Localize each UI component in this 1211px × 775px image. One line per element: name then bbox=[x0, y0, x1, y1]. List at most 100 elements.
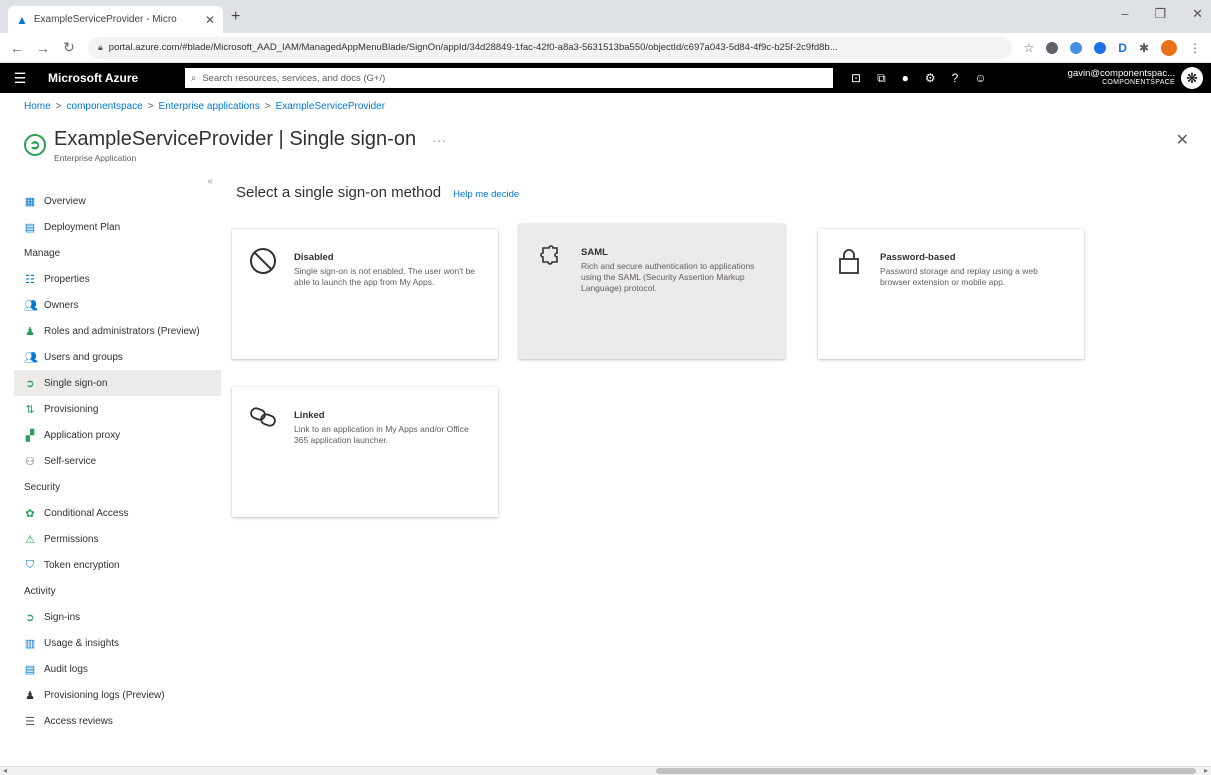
extension-shield-icon[interactable] bbox=[1046, 41, 1059, 54]
sidebar-item-usage-insights[interactable]: ▥ Usage & insights bbox=[14, 630, 221, 656]
browser-tab[interactable]: ▲ ExampleServiceProvider - Micro ✕ bbox=[8, 6, 223, 33]
sidebar-item-label: Audit logs bbox=[44, 663, 88, 675]
hamburger-menu-icon[interactable]: ☰ bbox=[0, 70, 40, 87]
section-security: Security bbox=[24, 481, 61, 493]
reload-icon[interactable]: ↻ bbox=[62, 39, 76, 56]
sso-card-disabled[interactable]: Disabled Single sign-on is not enabled. … bbox=[232, 229, 498, 359]
breadcrumb-tenant[interactable]: componentspace bbox=[67, 101, 143, 112]
blade-name: Single sign-on bbox=[289, 128, 417, 150]
close-tab-icon[interactable]: ✕ bbox=[205, 13, 215, 27]
sidebar-item-overview[interactable]: ▦ Overview bbox=[14, 188, 221, 214]
back-icon[interactable]: ← bbox=[10, 40, 24, 56]
notifications-icon[interactable]: ● bbox=[902, 71, 909, 86]
user-org: COMPONENTSPACE bbox=[1102, 79, 1175, 87]
extensions-area: ☆ D ✱ ⋮ bbox=[1024, 39, 1201, 56]
sidebar-item-label: Provisioning bbox=[44, 403, 99, 415]
sidebar-item-owners[interactable]: 👥︎ Owners bbox=[14, 292, 221, 318]
main-heading: Select a single sign-on method bbox=[236, 184, 442, 201]
sidebar-item-audit-logs[interactable]: ▤ Audit logs bbox=[14, 656, 221, 682]
sidebar-item-label: Usage & insights bbox=[44, 637, 120, 649]
more-options-icon[interactable]: ··· bbox=[432, 132, 446, 148]
address-bar: ← → ↻ 🔒︎ portal.azure.com/#blade/Microso… bbox=[0, 33, 1211, 63]
sidebar-item-single-sign-on[interactable]: ➲ Single sign-on bbox=[14, 370, 221, 396]
restore-icon[interactable]: ❐ bbox=[1154, 6, 1166, 22]
window-controls: – ❐ ✕ bbox=[1121, 6, 1203, 22]
extension-square-icon[interactable] bbox=[1094, 41, 1107, 54]
sidebar-item-token-encryption[interactable]: ⛉ Token encryption bbox=[14, 552, 221, 578]
help-icon[interactable]: ? bbox=[952, 71, 959, 86]
directory-filter-icon[interactable]: ⧉ bbox=[877, 71, 886, 86]
sidebar-item-label: Sign-ins bbox=[44, 611, 81, 623]
azure-search-input[interactable]: ⌕ Search resources, services, and docs (… bbox=[185, 68, 833, 88]
audit-icon: ▤ bbox=[24, 663, 36, 676]
close-window-icon[interactable]: ✕ bbox=[1192, 6, 1203, 22]
sso-icon: ➲ bbox=[25, 377, 35, 390]
sidebar-item-label: Deployment Plan bbox=[44, 221, 121, 233]
extension-circle-icon[interactable] bbox=[1070, 41, 1083, 54]
help-me-decide-link[interactable]: Help me decide bbox=[453, 189, 519, 200]
sidebar-item-conditional-access[interactable]: ✿ Conditional Access bbox=[14, 500, 221, 526]
card-title: Password-based bbox=[880, 252, 956, 263]
feedback-icon[interactable]: ☺ bbox=[974, 71, 986, 86]
blade-header: ➲ ExampleServiceProvider | Single sign-o… bbox=[24, 128, 446, 163]
sidebar: « ▦ Overview ▤ Deployment Plan Manage ☷ … bbox=[14, 176, 221, 770]
chart-icon: ▥ bbox=[24, 637, 36, 650]
browser-menu-icon[interactable]: ⋮ bbox=[1189, 41, 1201, 55]
page-title: ExampleServiceProvider | Single sign-on bbox=[54, 128, 416, 151]
settings-gear-icon[interactable]: ⚙ bbox=[925, 71, 936, 86]
sidebar-item-permissions[interactable]: ⚠ Permissions bbox=[14, 526, 221, 552]
sidebar-item-label: Token encryption bbox=[44, 559, 120, 571]
sidebar-item-provisioning-logs[interactable]: ♟ Provisioning logs (Preview) bbox=[14, 682, 221, 708]
user-email: gavin@componentspac... bbox=[1067, 67, 1175, 79]
sidebar-item-provisioning[interactable]: ⇅ Provisioning bbox=[14, 396, 221, 422]
close-blade-icon[interactable]: ✕ bbox=[1176, 130, 1189, 150]
extension-d-icon[interactable]: D bbox=[1118, 41, 1127, 55]
user-avatar-icon: ❋ bbox=[1181, 67, 1203, 89]
sso-card-linked[interactable]: Linked Link to an application in My Apps… bbox=[232, 387, 498, 517]
forward-icon[interactable]: → bbox=[36, 40, 50, 56]
breadcrumb-app[interactable]: ExampleServiceProvider bbox=[276, 101, 386, 112]
card-description: Link to an application in My Apps and/or… bbox=[294, 424, 469, 446]
sso-card-saml[interactable]: SAML Rich and secure authentication to a… bbox=[519, 224, 785, 359]
azure-toolbar: ⊡ ⧉ ● ⚙ ? ☺ bbox=[851, 71, 987, 86]
sidebar-item-deployment-plan[interactable]: ▤ Deployment Plan bbox=[14, 214, 221, 240]
sidebar-item-application-proxy[interactable]: ▞ Application proxy bbox=[14, 422, 221, 448]
new-tab-icon[interactable]: + bbox=[231, 8, 240, 26]
sidebar-item-properties[interactable]: ☷ Properties bbox=[14, 266, 221, 292]
sidebar-item-label: Provisioning logs (Preview) bbox=[44, 689, 165, 701]
sso-card-password-based[interactable]: Password-based Password storage and repl… bbox=[818, 229, 1084, 359]
sidebar-item-access-reviews[interactable]: ☰ Access reviews bbox=[14, 708, 221, 734]
sidebar-item-users-and-groups[interactable]: 👥︎ Users and groups bbox=[14, 344, 221, 370]
sidebar-item-label: Access reviews bbox=[44, 715, 113, 727]
scroll-left-icon[interactable]: ◂ bbox=[3, 766, 7, 775]
person-log-icon: ♟ bbox=[25, 689, 35, 702]
minimize-icon[interactable]: – bbox=[1121, 6, 1128, 22]
link-icon bbox=[248, 405, 278, 435]
star-icon[interactable]: ☆ bbox=[1024, 41, 1035, 55]
extensions-puzzle-icon[interactable]: ✱ bbox=[1139, 41, 1149, 55]
collapse-sidebar-icon[interactable]: « bbox=[207, 176, 213, 187]
lock-icon: 🔒︎ bbox=[98, 42, 103, 52]
sidebar-item-sign-ins[interactable]: ➲ Sign-ins bbox=[14, 604, 221, 630]
sidebar-item-label: Permissions bbox=[44, 533, 99, 545]
url-field[interactable]: 🔒︎ portal.azure.com/#blade/Microsoft_AAD… bbox=[88, 36, 1012, 59]
horizontal-scrollbar[interactable]: ◂ ▸ bbox=[0, 766, 1211, 775]
sidebar-item-label: Properties bbox=[44, 273, 90, 285]
url-text: portal.azure.com/#blade/Microsoft_AAD_IA… bbox=[108, 42, 838, 53]
sidebar-item-label: Single sign-on bbox=[44, 377, 108, 389]
breadcrumb-home[interactable]: Home bbox=[24, 101, 51, 112]
profile-avatar[interactable] bbox=[1161, 39, 1177, 56]
sidebar-item-self-service[interactable]: ⚇ Self-service bbox=[14, 448, 221, 474]
card-title: SAML bbox=[581, 247, 608, 258]
breadcrumb-enterprise-apps[interactable]: Enterprise applications bbox=[159, 101, 260, 112]
account-menu[interactable]: gavin@componentspac... COMPONENTSPACE ❋ bbox=[1068, 67, 1211, 89]
scrollbar-thumb[interactable] bbox=[656, 768, 1196, 774]
scroll-right-icon[interactable]: ▸ bbox=[1204, 766, 1208, 775]
sidebar-item-roles[interactable]: ♟ Roles and administrators (Preview) bbox=[14, 318, 221, 344]
sidebar-item-label: Users and groups bbox=[44, 351, 123, 363]
disabled-icon bbox=[248, 247, 278, 277]
cloud-shell-icon[interactable]: ⊡ bbox=[851, 71, 861, 86]
card-description: Password storage and replay using a web … bbox=[880, 266, 1038, 288]
sso-app-icon: ➲ bbox=[24, 134, 46, 156]
azure-brand[interactable]: Microsoft Azure bbox=[40, 71, 185, 85]
